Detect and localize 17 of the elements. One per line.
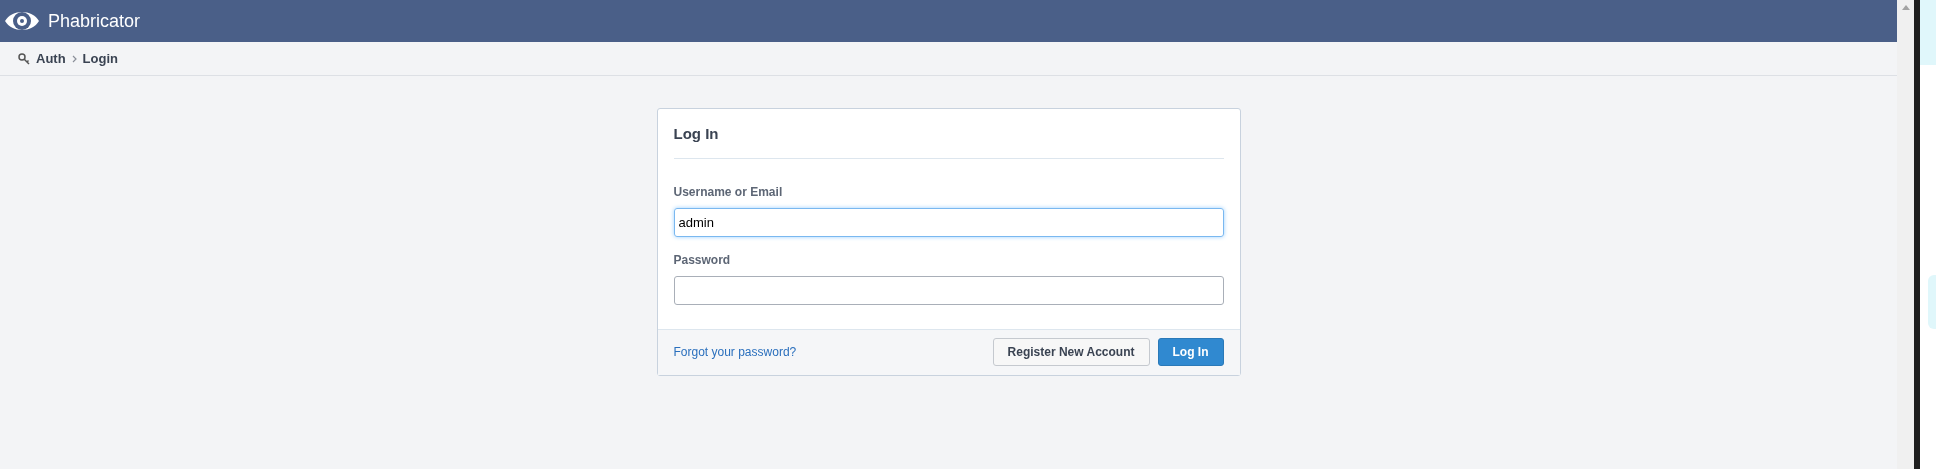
field-label: Username or Email: [673, 183, 784, 201]
chevron-icon: [71, 54, 77, 63]
forgot-password-link[interactable]: Forgot your password?: [673, 343, 797, 361]
brand-name[interactable]: Phabricator: [48, 7, 141, 35]
scroll-up-icon[interactable]: [1901, 5, 1910, 10]
breadcrumb-link[interactable]: Auth: [36, 48, 66, 69]
card-title: Log In: [673, 123, 1224, 159]
input-field[interactable]: [673, 275, 1224, 305]
field-label: Password: [673, 251, 732, 269]
panel-header: [1920, 0, 1936, 65]
input-field[interactable]: admin: [673, 207, 1224, 237]
key-icon: [18, 52, 30, 65]
login-button[interactable]: Log In: [1157, 338, 1224, 366]
scrollbar[interactable]: [1897, 0, 1914, 469]
panel-card: [1928, 275, 1936, 329]
breadcrumb-link[interactable]: Login: [82, 48, 118, 69]
register-button[interactable]: Register New Account: [992, 338, 1150, 366]
